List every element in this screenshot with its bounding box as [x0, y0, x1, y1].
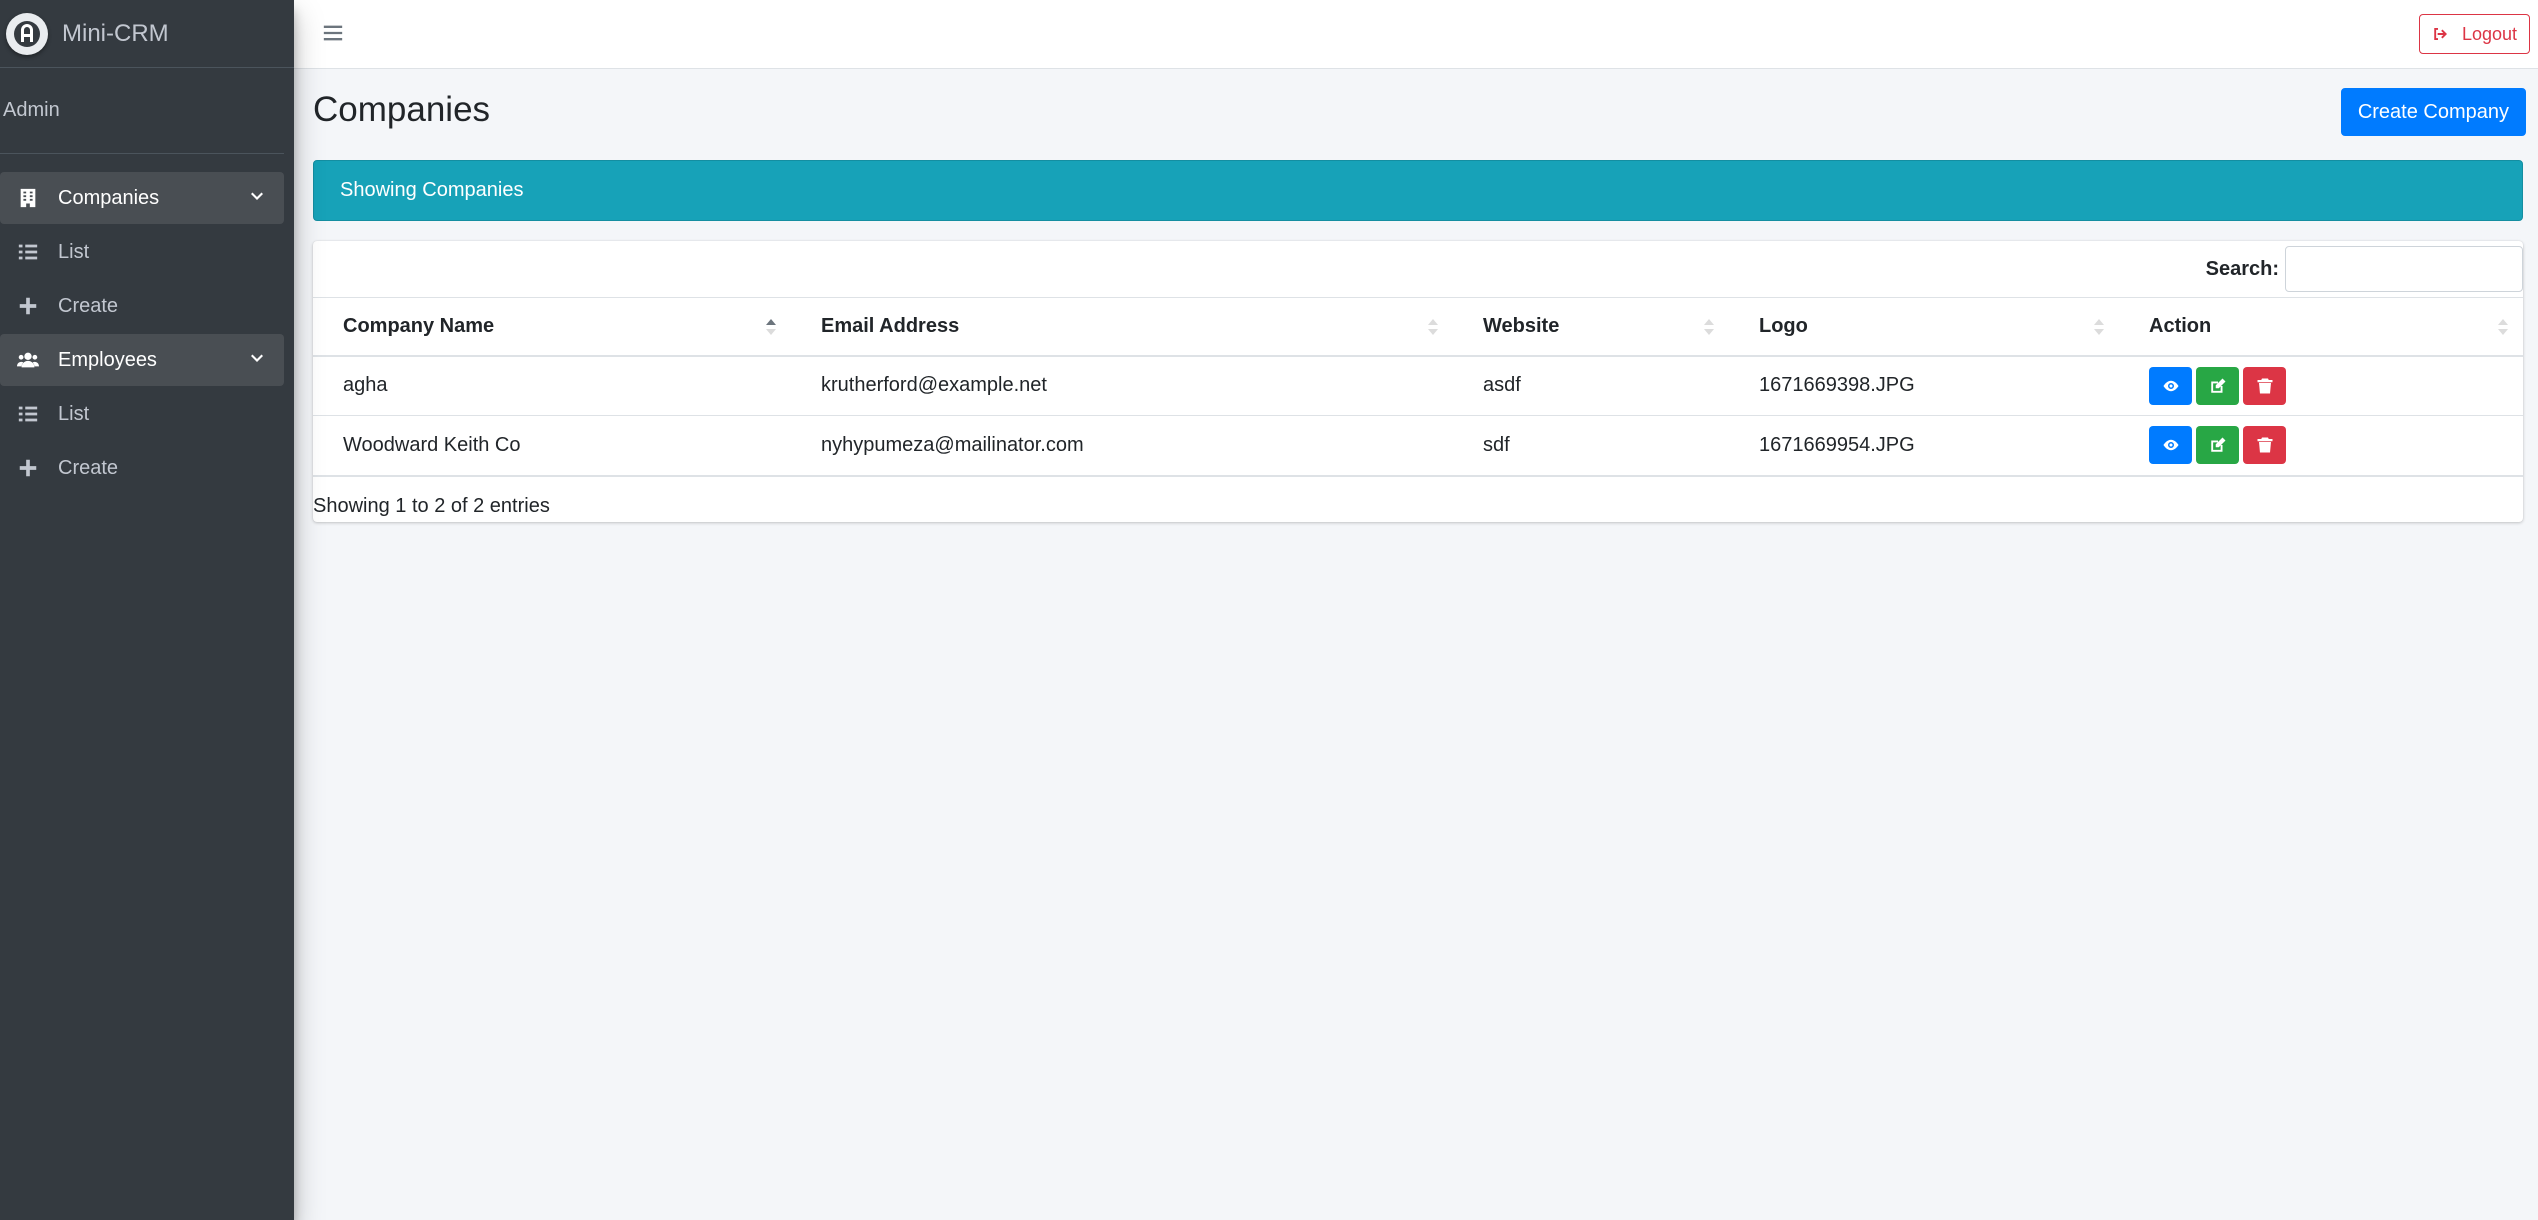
- cell-email: krutherford@example.net: [791, 355, 1453, 416]
- cell-actions: [2119, 355, 2523, 416]
- brand-name: Mini-CRM: [62, 19, 169, 47]
- search-label: Search:: [2205, 257, 2279, 280]
- sort-icon: [1703, 318, 1715, 336]
- plus-icon: [16, 456, 40, 480]
- brand-link[interactable]: Mini-CRM: [0, 0, 294, 68]
- companies-table: Company Name Email Address Website Logo …: [313, 297, 2523, 477]
- sidebar-item-employees-create[interactable]: Create: [0, 442, 284, 494]
- cell-website: sdf: [1453, 415, 1729, 477]
- chevron-down-icon: [248, 188, 266, 206]
- row-actions: [2149, 366, 2523, 405]
- view-button[interactable]: [2149, 426, 2192, 465]
- companies-table-card: Search: Company Name Email Address Websi…: [313, 241, 2523, 522]
- table-header-row: Company Name Email Address Website Logo …: [313, 297, 2523, 357]
- main-content: Companies Create Company Showing Compani…: [294, 69, 2538, 1220]
- info-banner: Showing Companies: [313, 160, 2523, 221]
- sort-icon: [1427, 318, 1439, 336]
- column-header-action[interactable]: Action: [2119, 297, 2523, 357]
- edit-button[interactable]: [2196, 366, 2239, 405]
- brand-logo-icon: [6, 12, 48, 55]
- list-icon: [16, 240, 40, 264]
- sidebar-nav: Companies List Create Employees List Cre…: [0, 154, 294, 494]
- view-button[interactable]: [2149, 366, 2192, 405]
- logout-label: Logout: [2461, 23, 2517, 44]
- sidebar-item-employees-list[interactable]: List: [0, 388, 284, 440]
- sort-icon: [2093, 318, 2105, 336]
- delete-button[interactable]: [2243, 426, 2286, 465]
- edit-button[interactable]: [2196, 426, 2239, 465]
- cell-company-name: Woodward Keith Co: [313, 415, 791, 477]
- sidebar: Mini-CRM Admin Companies List Create Emp…: [0, 0, 294, 1220]
- column-header-email-address[interactable]: Email Address: [791, 297, 1453, 357]
- table-info: Showing 1 to 2 of 2 entries: [313, 495, 550, 517]
- logout-button[interactable]: Logout: [2418, 14, 2530, 54]
- column-header-company-name[interactable]: Company Name: [313, 297, 791, 357]
- sign-out-icon: [2434, 28, 2447, 40]
- sidebar-item-label: Create: [58, 456, 119, 479]
- page-title: Companies: [313, 90, 491, 129]
- table-row: agha krutherford@example.net asdf 167166…: [313, 355, 2523, 416]
- trash-icon: [2257, 437, 2272, 453]
- column-header-label: Logo: [1759, 314, 1808, 337]
- sidebar-item-label: List: [58, 240, 90, 263]
- search-input[interactable]: [2285, 246, 2523, 292]
- sidebar-item-label: Companies: [58, 186, 160, 209]
- cell-company-name: agha: [313, 355, 791, 416]
- building-icon: [16, 186, 40, 210]
- users-icon: [16, 348, 40, 372]
- cell-logo: 1671669398.JPG: [1729, 355, 2119, 416]
- search-row: Search:: [2206, 241, 2523, 297]
- sidebar-item-label: Employees: [58, 348, 157, 371]
- column-header-website[interactable]: Website: [1453, 297, 1729, 357]
- cell-email: nyhypumeza@mailinator.com: [791, 415, 1453, 477]
- user-panel: Admin: [0, 68, 284, 154]
- column-header-label: Website: [1483, 314, 1560, 337]
- sort-icon: [2497, 318, 2509, 336]
- chevron-down-icon: [248, 350, 266, 368]
- user-name-link[interactable]: Admin: [3, 99, 60, 122]
- edit-icon: [2210, 437, 2225, 452]
- column-header-label: Company Name: [343, 314, 495, 337]
- table-row: Woodward Keith Co nyhypumeza@mailinator.…: [313, 415, 2523, 477]
- list-icon: [16, 402, 40, 426]
- sort-asc-icon: [765, 318, 777, 336]
- trash-icon: [2257, 378, 2272, 394]
- row-actions: [2149, 426, 2523, 465]
- top-navbar: Logout: [294, 0, 2538, 69]
- column-header-logo[interactable]: Logo: [1729, 297, 2119, 357]
- hamburger-menu-icon[interactable]: [322, 22, 344, 44]
- sidebar-item-companies-list[interactable]: List: [0, 226, 284, 278]
- plus-icon: [16, 294, 40, 318]
- cell-website: asdf: [1453, 355, 1729, 416]
- cell-actions: [2119, 415, 2523, 477]
- sidebar-item-label: Create: [58, 294, 119, 317]
- eye-icon: [2163, 440, 2178, 451]
- cell-logo: 1671669954.JPG: [1729, 415, 2119, 477]
- sidebar-item-companies[interactable]: Companies: [0, 172, 284, 224]
- create-company-button[interactable]: Create Company: [2340, 88, 2526, 136]
- sidebar-item-employees[interactable]: Employees: [0, 334, 284, 386]
- column-header-label: Email Address: [821, 314, 960, 337]
- column-header-label: Action: [2149, 314, 2212, 337]
- sidebar-item-companies-create[interactable]: Create: [0, 280, 284, 332]
- eye-icon: [2163, 380, 2178, 391]
- delete-button[interactable]: [2243, 366, 2286, 405]
- edit-icon: [2210, 378, 2225, 393]
- sidebar-item-label: List: [58, 402, 90, 425]
